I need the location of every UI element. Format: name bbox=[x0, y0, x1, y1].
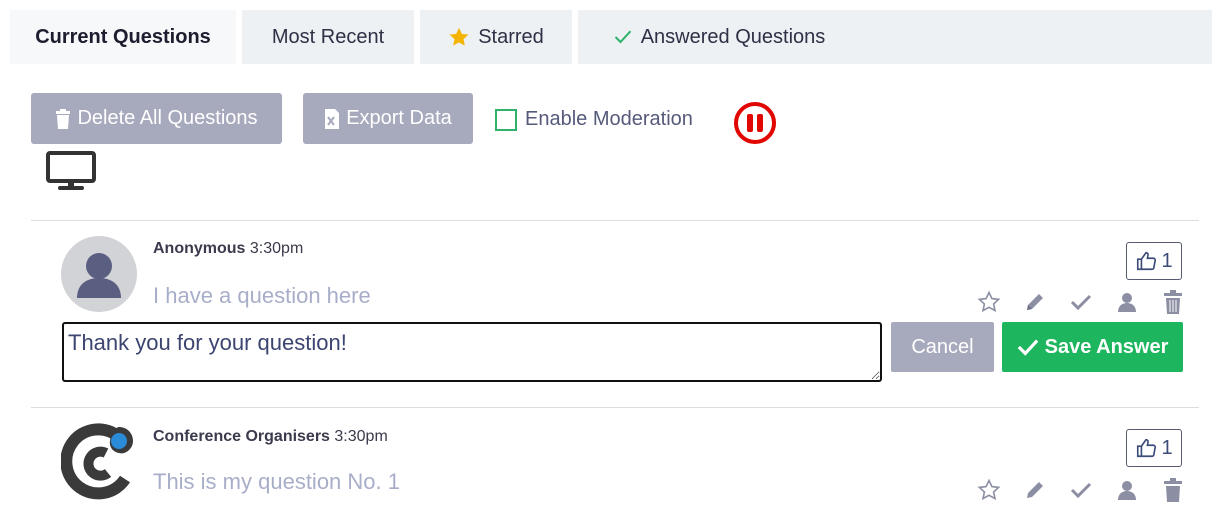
star-icon bbox=[448, 26, 470, 48]
check-icon[interactable] bbox=[1058, 290, 1104, 314]
divider bbox=[31, 407, 1199, 408]
moderation-label: Enable Moderation bbox=[525, 108, 693, 130]
cancel-label: Cancel bbox=[911, 335, 974, 358]
trash-icon[interactable] bbox=[1150, 290, 1196, 314]
question-author: Conference Organisers 3:30pm bbox=[153, 428, 388, 446]
avatar bbox=[61, 236, 137, 312]
question-time: 3:30pm bbox=[334, 428, 388, 445]
edit-icon[interactable] bbox=[1012, 290, 1058, 314]
tab-label: Current Questions bbox=[35, 25, 211, 48]
cancel-button[interactable]: Cancel bbox=[891, 322, 994, 372]
trash-icon bbox=[55, 108, 71, 129]
tab-bar: Current Questions Most Recent Starred An… bbox=[10, 10, 1212, 64]
excel-file-icon bbox=[324, 108, 340, 129]
question-time: 3:30pm bbox=[249, 240, 304, 257]
like-count: 1 bbox=[1161, 436, 1173, 459]
export-label: Export Data bbox=[346, 107, 452, 129]
tab-most-recent[interactable]: Most Recent bbox=[242, 10, 420, 64]
edit-icon[interactable] bbox=[1012, 478, 1058, 502]
pause-icon bbox=[734, 102, 776, 144]
user-icon bbox=[77, 253, 121, 298]
save-label: Save Answer bbox=[1044, 335, 1169, 358]
divider bbox=[31, 220, 1199, 221]
star-icon[interactable] bbox=[966, 478, 1012, 502]
tab-label: Starred bbox=[478, 25, 544, 48]
tab-current-questions[interactable]: Current Questions bbox=[10, 10, 242, 64]
question-text: I have a question here bbox=[153, 283, 371, 308]
tab-starred[interactable]: Starred bbox=[420, 10, 578, 64]
trash-icon[interactable] bbox=[1150, 478, 1196, 502]
user-icon[interactable] bbox=[1104, 290, 1150, 314]
like-count: 1 bbox=[1161, 249, 1173, 272]
thumbs-up-icon bbox=[1137, 251, 1157, 271]
monitor-icon[interactable] bbox=[46, 151, 96, 196]
question-actions bbox=[966, 478, 1196, 502]
tab-label: Most Recent bbox=[271, 25, 385, 48]
check-icon bbox=[1017, 337, 1039, 357]
star-icon[interactable] bbox=[966, 290, 1012, 314]
question-actions bbox=[966, 290, 1196, 314]
tab-label: Answered Questions bbox=[640, 25, 826, 48]
delete-all-questions-button[interactable]: Delete All Questions bbox=[31, 93, 282, 144]
answer-textarea[interactable]: Thank you for your question! bbox=[62, 322, 882, 382]
enable-moderation-toggle[interactable]: Enable Moderation bbox=[495, 108, 693, 131]
question-author: Anonymous 3:30pm bbox=[153, 240, 303, 258]
thumbs-up-icon bbox=[1137, 438, 1157, 458]
pause-button[interactable] bbox=[733, 101, 777, 150]
export-data-button[interactable]: Export Data bbox=[303, 93, 473, 144]
like-button[interactable]: 1 bbox=[1126, 242, 1182, 280]
author-name: Anonymous bbox=[153, 240, 246, 257]
check-icon bbox=[613, 27, 633, 47]
tab-answered-questions[interactable]: Answered Questions bbox=[578, 10, 860, 64]
author-name: Conference Organisers bbox=[153, 428, 330, 445]
like-button[interactable]: 1 bbox=[1126, 429, 1182, 467]
user-icon[interactable] bbox=[1104, 478, 1150, 502]
organiser-logo bbox=[60, 423, 137, 507]
moderation-checkbox[interactable] bbox=[495, 108, 517, 131]
question-text: This is my question No. 1 bbox=[153, 469, 400, 494]
delete-all-label: Delete All Questions bbox=[77, 107, 258, 129]
save-answer-button[interactable]: Save Answer bbox=[1002, 322, 1183, 372]
check-icon[interactable] bbox=[1058, 478, 1104, 502]
